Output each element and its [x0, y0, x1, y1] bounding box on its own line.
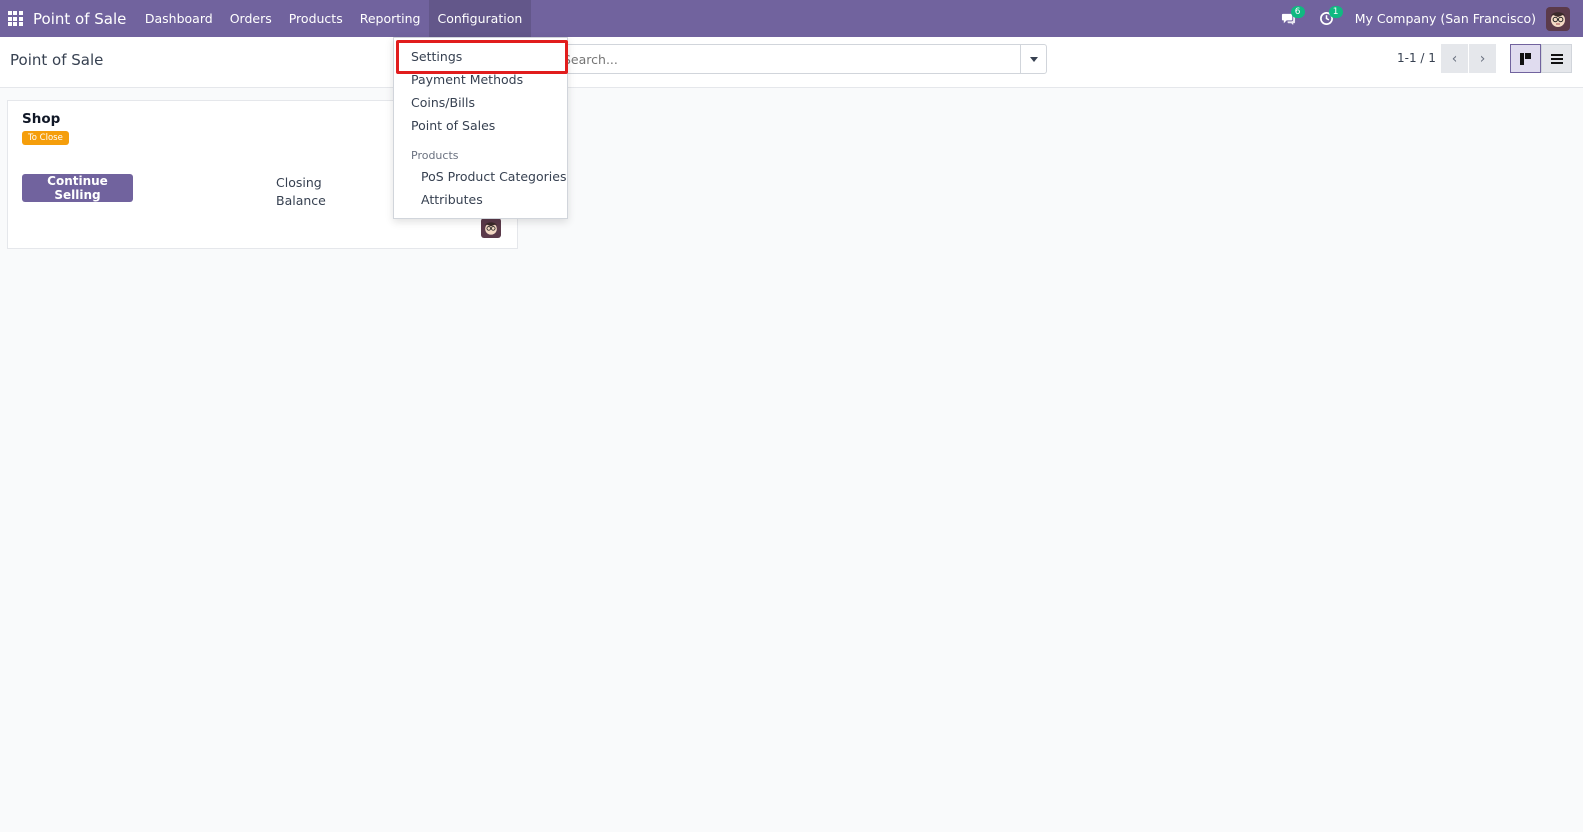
- search-bar[interactable]: [540, 44, 1047, 74]
- page-title: Point of Sale: [10, 51, 104, 69]
- card-title: Shop: [22, 111, 61, 127]
- menu-reporting[interactable]: Reporting: [351, 0, 429, 37]
- search-options-toggle[interactable]: [1020, 45, 1046, 73]
- kanban-view-button[interactable]: [1510, 44, 1541, 73]
- chevron-right-icon: ›: [1479, 50, 1486, 67]
- list-icon: [1550, 53, 1563, 64]
- top-navbar: Point of Sale Dashboard Orders Products …: [0, 0, 1583, 37]
- menu-section-products: Products: [411, 149, 459, 162]
- apps-menu-icon[interactable]: [0, 0, 30, 37]
- status-badge: To Close: [22, 131, 69, 145]
- menu-item-coins-bills[interactable]: Coins/Bills: [411, 95, 475, 110]
- menu-item-point-of-sales[interactable]: Point of Sales: [411, 118, 495, 133]
- configuration-dropdown: Settings Payment Methods Coins/Bills Poi…: [393, 37, 568, 219]
- caret-down-icon: [1029, 56, 1038, 62]
- chevron-left-icon: ‹: [1451, 50, 1458, 67]
- list-view-button[interactable]: [1541, 44, 1572, 73]
- activities-clock-icon[interactable]: 1: [1313, 0, 1343, 37]
- menu-configuration[interactable]: Configuration: [429, 0, 531, 37]
- menu-dashboard[interactable]: Dashboard: [136, 0, 221, 37]
- control-panel: Point of Sale 1-1 / 1 ‹ ›: [0, 37, 1583, 88]
- menu-item-attributes[interactable]: Attributes: [421, 192, 483, 207]
- search-input[interactable]: [541, 45, 1011, 73]
- messages-counter: 6: [1290, 6, 1305, 18]
- app-brand[interactable]: Point of Sale: [33, 10, 126, 28]
- menu-orders[interactable]: Orders: [221, 0, 280, 37]
- continue-selling-button[interactable]: Continue Selling: [22, 174, 133, 202]
- pager-next-button[interactable]: ›: [1469, 44, 1496, 73]
- company-switcher[interactable]: My Company (San Francisco): [1355, 11, 1536, 26]
- closing-balance-label: Closing Balance: [276, 175, 326, 208]
- user-avatar[interactable]: [1546, 6, 1570, 31]
- pager-previous-button[interactable]: ‹: [1441, 44, 1468, 73]
- kanban-icon: [1519, 52, 1531, 65]
- responsible-avatar[interactable]: [481, 218, 501, 238]
- menu-item-payment-methods[interactable]: Payment Methods: [411, 72, 523, 87]
- pager-value[interactable]: 1-1 / 1: [1397, 51, 1436, 65]
- messages-icon[interactable]: 6: [1275, 0, 1305, 37]
- settings-highlight-box: [396, 40, 568, 74]
- menu-item-pos-product-categories[interactable]: PoS Product Categories: [421, 169, 566, 184]
- activities-counter: 1: [1328, 6, 1343, 18]
- menu-products[interactable]: Products: [280, 0, 351, 37]
